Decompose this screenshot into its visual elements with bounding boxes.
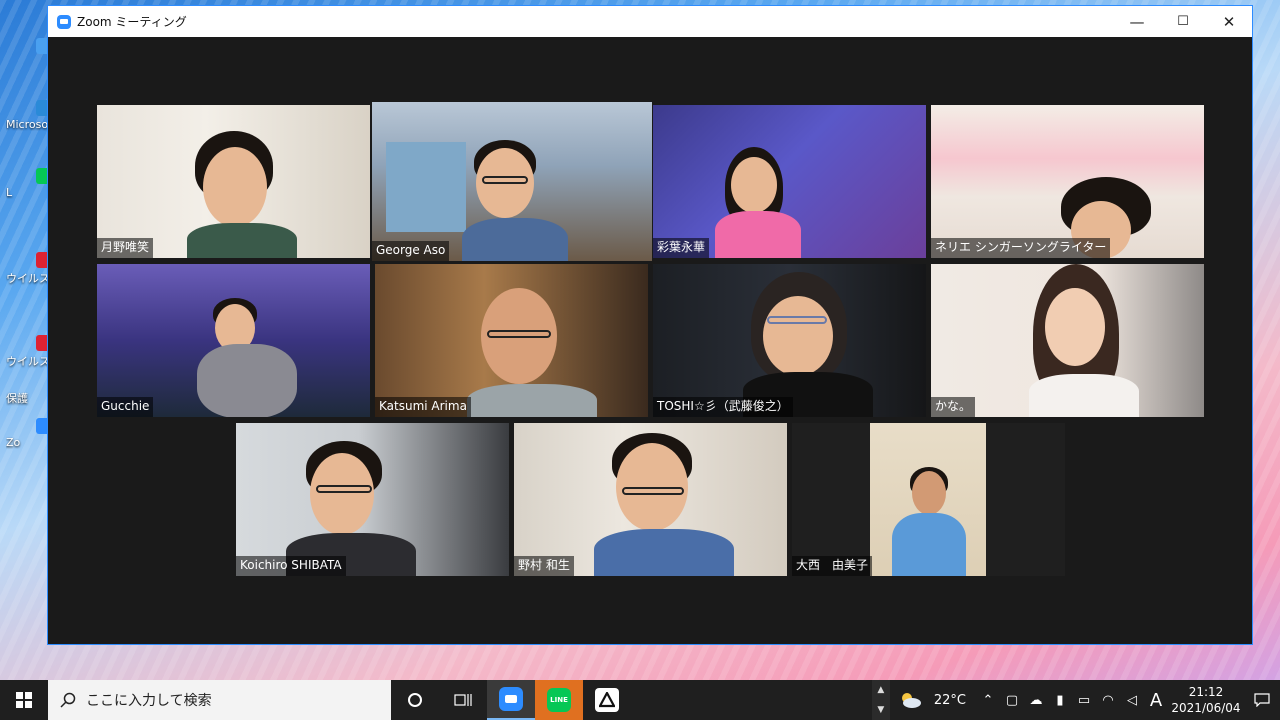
participant-name: かな。 [931,397,976,417]
microphone-icon[interactable]: ▮ [1048,680,1072,720]
participant-video [715,147,825,258]
zoom-icon [499,687,523,711]
cortana-button[interactable] [391,680,439,720]
clock-date: 2021/06/04 [1171,701,1241,715]
taskbar-search-box[interactable]: ここに入力して検索 [48,680,391,720]
taskbar-line-app[interactable]: LINE [535,680,583,720]
windows-icon [16,692,32,708]
video-tile-2-active-speaker[interactable]: George Aso [372,102,652,261]
desktop-icon-virusbuster[interactable]: ウイルスバ [6,252,48,286]
notifications-icon[interactable] [1244,680,1280,720]
start-button[interactable] [0,680,48,720]
participant-name: Katsumi Arima [375,397,471,417]
video-tile-10[interactable]: 野村 和生 [514,423,787,576]
video-tile-5[interactable]: Gucchie [97,264,370,417]
desktop-icon-virusbuster-2[interactable]: ウイルスバ [6,335,48,369]
video-tile-11[interactable]: 大西 由美子 [792,423,1065,576]
desktop-icon[interactable] [6,38,48,56]
participant-video [187,125,307,258]
taskbar-zoom-app[interactable] [487,680,535,720]
desktop-icon-zoom[interactable]: Zo [6,418,48,449]
meet-now-icon[interactable]: ▢ [1000,680,1024,720]
participant-video [1029,264,1149,417]
task-view-button[interactable] [439,680,487,720]
title-bar: Zoom ミーティング — ☐ ✕ [48,6,1252,37]
task-view-icon [454,694,472,706]
participant-video [743,272,873,417]
window-title: Zoom ミーティング [77,15,187,29]
minimize-button[interactable]: — [1114,6,1160,37]
zoom-window: Zoom ミーティング — ☐ ✕ 月野唯笑 George Aso 彩葉永華 ネ… [47,5,1253,645]
close-button[interactable]: ✕ [1206,6,1252,37]
participant-name: George Aso [372,241,450,261]
taskbar: ここに入力して検索 LINE ▲ ▼ 22°C ⌃ ▢ ☁ ▮ ▭ ◠ ◁ A … [0,680,1280,720]
participant-name: Gucchie [97,397,154,417]
participant-video [197,298,307,417]
video-tile-4[interactable]: ネリエ シンガーソングライター [931,105,1204,258]
video-tile-6[interactable]: Katsumi Arima [375,264,648,417]
weather-temperature[interactable]: 22°C [934,693,966,708]
search-placeholder: ここに入力して検索 [86,693,212,709]
participant-video [467,284,597,417]
cortana-icon [408,693,422,707]
participant-name: 野村 和生 [514,556,574,576]
participant-video [462,140,572,261]
desktop-icons: Microso L ウイルスバ ウイルスバ 保護 Zo [0,30,48,650]
clock[interactable]: 21:12 2021/06/04 [1168,684,1244,716]
participant-name: ネリエ シンガーソングライター [931,238,1111,258]
participant-name: 月野唯笑 [97,238,154,258]
battery-icon[interactable]: ▭ [1072,680,1096,720]
participant-name: Koichiro SHIBATA [236,556,346,576]
ime-indicator[interactable]: A [1144,680,1168,720]
participant-video [594,433,734,576]
video-tile-1[interactable]: 月野唯笑 [97,105,370,258]
video-tile-8[interactable]: かな。 [931,264,1204,417]
desktop-icon-line[interactable]: L [6,168,48,199]
taskbar-app[interactable] [583,680,631,720]
video-tile-7[interactable]: TOSHI☆彡（武藤俊之） [653,264,926,417]
zoom-logo-icon [57,14,71,29]
window-controls: — ☐ ✕ [1114,6,1252,37]
desktop-icon-edge[interactable]: Microso [6,100,48,131]
participant-name: 彩葉永華 [653,238,710,258]
weather-icon[interactable] [890,680,930,720]
line-icon: LINE [547,688,571,712]
participant-name: TOSHI☆彡（武藤俊之） [653,397,793,417]
onedrive-icon[interactable]: ☁ [1024,680,1048,720]
wifi-icon[interactable]: ◠ [1096,680,1120,720]
search-icon [60,692,76,708]
volume-icon[interactable]: ◁ [1120,680,1144,720]
taskbar-scroll[interactable]: ▲ ▼ [871,680,890,720]
clock-time: 21:12 [1188,685,1224,699]
video-tile-3[interactable]: 彩葉永華 [653,105,926,258]
system-tray: ▲ ▼ 22°C ⌃ ▢ ☁ ▮ ▭ ◠ ◁ A 21:12 2021/06/04 [871,680,1280,720]
maximize-button[interactable]: ☐ [1160,6,1206,37]
show-hidden-icons-icon[interactable]: ⌃ [976,680,1000,720]
portrait-video [870,423,986,576]
participant-name: 大西 由美子 [792,556,873,576]
app-icon [595,688,619,712]
desktop-icon-label: 保護 [6,392,28,405]
video-tile-9[interactable]: Koichiro SHIBATA [236,423,509,576]
